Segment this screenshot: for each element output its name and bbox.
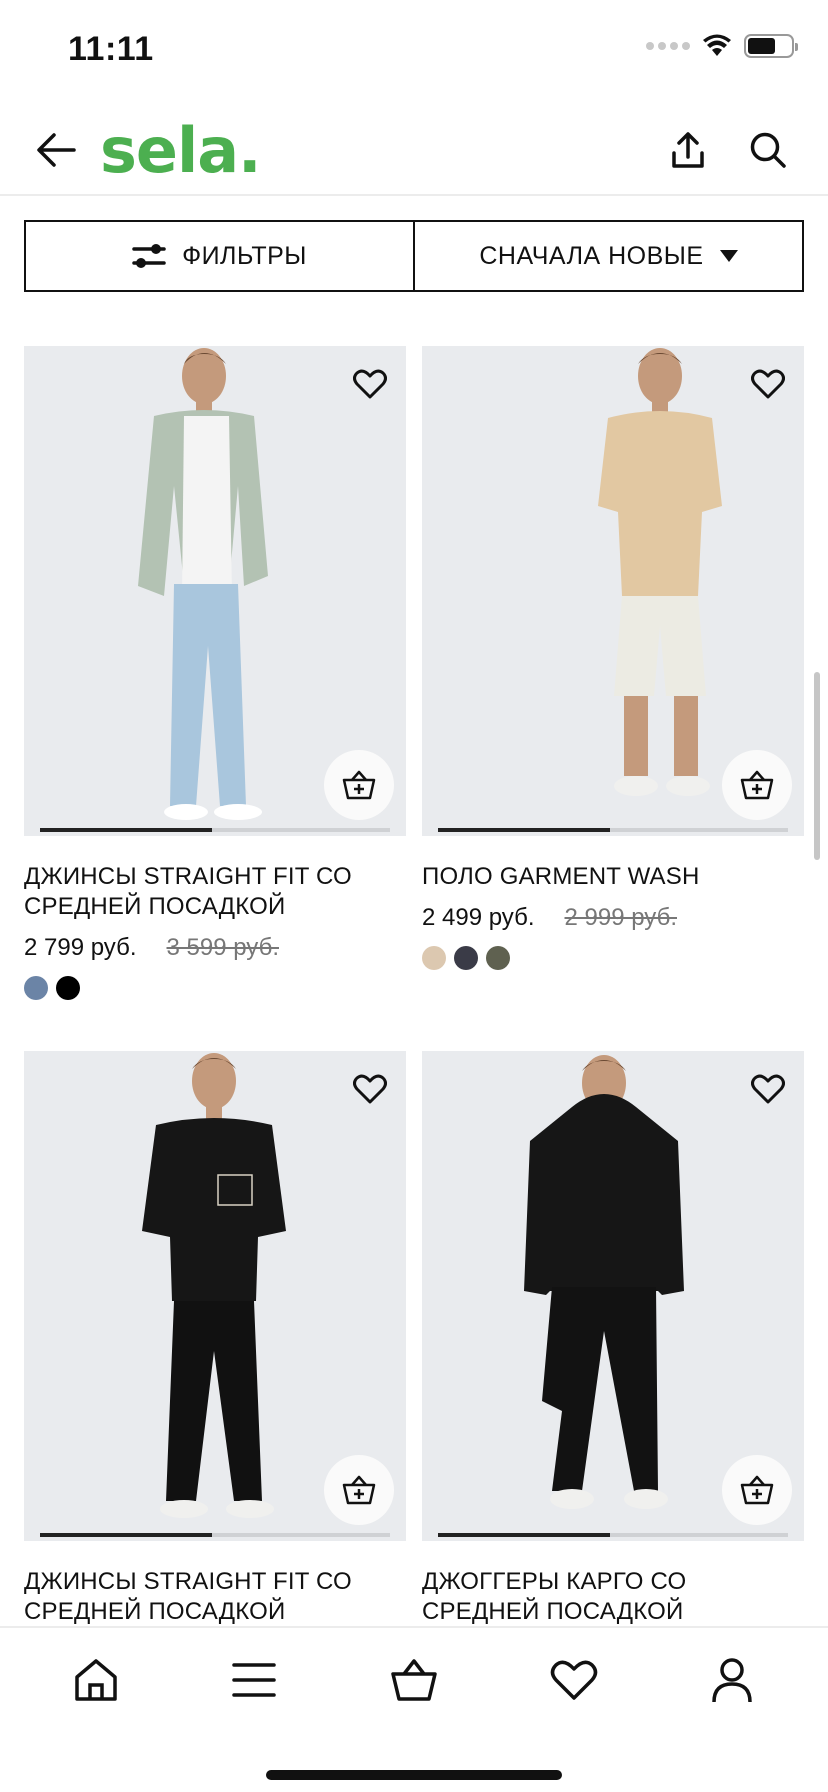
- product-name[interactable]: ДЖИНСЫ STRAIGHT FIT СО СРЕДНЕЙ ПОСАДКОЙ: [24, 1567, 406, 1627]
- progress-fill: [438, 1533, 610, 1537]
- bottom-navigation: [0, 1626, 828, 1792]
- product-price: 2 799 руб.: [24, 934, 137, 961]
- home-indicator: [266, 1770, 562, 1780]
- nav-basket[interactable]: [386, 1652, 442, 1708]
- color-swatch[interactable]: [454, 946, 478, 970]
- nav-profile[interactable]: [704, 1652, 760, 1708]
- filters-button[interactable]: ФИЛЬТРЫ: [26, 222, 415, 290]
- image-carousel-progress: [438, 828, 788, 832]
- filter-bar: ФИЛЬТРЫ СНАЧАЛА НОВЫЕ: [24, 220, 804, 292]
- add-to-cart-button[interactable]: [324, 750, 394, 820]
- filters-label: ФИЛЬТРЫ: [182, 241, 307, 270]
- product-old-price: 3 599 руб.: [166, 934, 280, 961]
- image-carousel-progress: [438, 1533, 788, 1537]
- basket-plus-icon: [740, 770, 774, 800]
- menu-icon: [232, 1663, 276, 1697]
- color-swatches: [422, 946, 804, 970]
- favorite-button[interactable]: [746, 362, 790, 406]
- battery-icon: [744, 34, 798, 58]
- basket-icon: [391, 1659, 437, 1701]
- price-row: 2 499 руб. 2 999 руб.: [422, 904, 804, 932]
- product-name[interactable]: ПОЛО GARMENT WASH: [422, 862, 804, 892]
- add-to-cart-button[interactable]: [324, 1455, 394, 1525]
- status-bar: 11:11: [0, 0, 828, 100]
- basket-plus-icon: [342, 770, 376, 800]
- arrow-left-icon: [37, 133, 76, 167]
- progress-fill: [40, 1533, 212, 1537]
- image-carousel-progress: [40, 828, 390, 832]
- nav-catalog[interactable]: [226, 1652, 282, 1708]
- favorite-button[interactable]: [348, 1067, 392, 1111]
- product-name[interactable]: ДЖИНСЫ STRAIGHT FIT СО СРЕДНЕЙ ПОСАДКОЙ: [24, 862, 406, 922]
- app-header: sela.: [0, 100, 828, 196]
- share-icon: [672, 132, 704, 168]
- product-old-price: 2 999 руб.: [564, 904, 678, 931]
- signal-icon: [646, 42, 690, 50]
- caret-down-icon: [719, 250, 738, 262]
- product-image[interactable]: [422, 1051, 804, 1541]
- search-icon: [750, 132, 786, 168]
- heart-outline-icon: [751, 1074, 785, 1104]
- image-carousel-progress: [40, 1533, 390, 1537]
- heart-outline-icon: [353, 369, 387, 399]
- progress-fill: [438, 828, 610, 832]
- add-to-cart-button[interactable]: [722, 1455, 792, 1525]
- progress-fill: [40, 828, 212, 832]
- sliders-icon: [132, 244, 166, 268]
- product-image[interactable]: [422, 346, 804, 836]
- profile-icon: [712, 1658, 752, 1703]
- product-price: 2 499 руб.: [422, 904, 535, 931]
- heart-icon: [550, 1660, 598, 1700]
- status-time: 11:11: [68, 30, 154, 68]
- share-button[interactable]: [664, 126, 712, 174]
- add-to-cart-button[interactable]: [722, 750, 792, 820]
- favorite-button[interactable]: [348, 362, 392, 406]
- brand-logo[interactable]: sela.: [100, 114, 262, 187]
- product-image[interactable]: [24, 346, 406, 836]
- product-card[interactable]: ДЖИНСЫ STRAIGHT FIT СО СРЕДНЕЙ ПОСАДКОЙ …: [24, 346, 406, 1000]
- home-icon: [75, 1659, 117, 1701]
- heart-outline-icon: [353, 1074, 387, 1104]
- back-button[interactable]: [32, 126, 80, 174]
- search-button[interactable]: [744, 126, 792, 174]
- product-card[interactable]: ПОЛО GARMENT WASH 2 499 руб. 2 999 руб.: [422, 346, 804, 970]
- product-card[interactable]: ДЖИНСЫ STRAIGHT FIT СО СРЕДНЕЙ ПОСАДКОЙ: [24, 1051, 406, 1627]
- color-swatch[interactable]: [422, 946, 446, 970]
- product-card[interactable]: ДЖОГГЕРЫ КАРГО СО СРЕДНЕЙ ПОСАДКОЙ: [422, 1051, 804, 1627]
- basket-plus-icon: [740, 1475, 774, 1505]
- color-swatch[interactable]: [24, 976, 48, 1000]
- color-swatch[interactable]: [486, 946, 510, 970]
- wifi-icon: [703, 34, 731, 56]
- color-swatch[interactable]: [56, 976, 80, 1000]
- sort-label: СНАЧАЛА НОВЫЕ: [479, 241, 704, 270]
- status-icons: [646, 34, 798, 58]
- basket-plus-icon: [342, 1475, 376, 1505]
- scrollbar[interactable]: [814, 672, 820, 860]
- favorite-button[interactable]: [746, 1067, 790, 1111]
- heart-outline-icon: [751, 369, 785, 399]
- price-row: 2 799 руб. 3 599 руб.: [24, 934, 406, 962]
- nav-home[interactable]: [68, 1652, 124, 1708]
- color-swatches: [24, 976, 406, 1000]
- nav-favorites[interactable]: [546, 1652, 602, 1708]
- product-image[interactable]: [24, 1051, 406, 1541]
- sort-dropdown[interactable]: СНАЧАЛА НОВЫЕ: [415, 222, 802, 290]
- product-name[interactable]: ДЖОГГЕРЫ КАРГО СО СРЕДНЕЙ ПОСАДКОЙ: [422, 1567, 804, 1627]
